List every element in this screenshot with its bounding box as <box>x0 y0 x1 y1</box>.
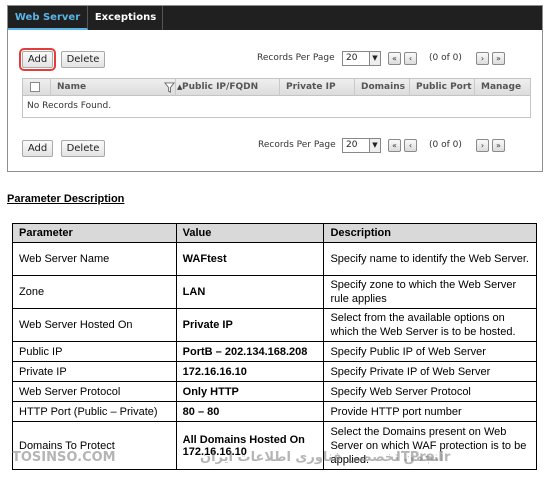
table-row: Web Server Name WAFtest Specify name to … <box>12 242 537 276</box>
next-page-icon[interactable]: › <box>476 52 489 65</box>
table-row: Private IP 172.16.16.10 Specify Private … <box>12 361 537 382</box>
add-button-bottom[interactable]: Add <box>22 140 53 157</box>
param-description: Select the Domains present on Web Server… <box>323 421 537 470</box>
param-description: Specify name to identify the Web Server. <box>323 242 537 276</box>
records-per-page-label: Records Per Page <box>257 53 335 63</box>
parameter-table-header: Parameter Value Description <box>12 223 537 243</box>
header-value: Value <box>175 223 325 243</box>
select-all-cell <box>23 79 50 96</box>
column-private-ip[interactable]: Private IP <box>279 79 354 96</box>
delete-button[interactable]: Delete <box>61 51 105 68</box>
param-description: Specify Web Server Protocol <box>323 381 537 402</box>
column-public-port[interactable]: Public Port <box>409 79 474 96</box>
parameter-table: Parameter Value Description Web Server N… <box>12 223 537 470</box>
chevron-down-icon: ▼ <box>369 52 380 65</box>
column-name-label: Name <box>57 82 87 92</box>
table-row: Zone LAN Specify zone to which the Web S… <box>12 275 537 309</box>
param-name: Private IP <box>12 361 177 382</box>
column-name[interactable]: Name ▲ <box>50 79 182 96</box>
param-name: Zone <box>12 275 177 309</box>
chevron-down-icon: ▼ <box>369 139 380 152</box>
column-manage: Manage <box>474 79 530 96</box>
header-description: Description <box>323 223 537 243</box>
parameter-description-heading: Parameter Description <box>7 193 125 205</box>
first-page-icon[interactable]: « <box>388 139 401 152</box>
delete-button-bottom[interactable]: Delete <box>61 140 105 157</box>
last-page-icon[interactable]: » <box>492 139 505 152</box>
header-parameter: Parameter <box>12 223 177 243</box>
param-name: Domains To Protect <box>12 421 177 470</box>
records-grid: Name ▲ Public IP/FQDN Private IP Domains… <box>22 78 531 118</box>
column-public-ip[interactable]: Public IP/FQDN <box>175 79 279 96</box>
param-name: HTTP Port (Public – Private) <box>12 401 177 422</box>
grid-header: Name ▲ Public IP/FQDN Private IP Domains… <box>23 79 530 96</box>
param-name: Web Server Hosted On <box>12 308 177 342</box>
records-per-page-label-bottom: Records Per Page <box>258 140 336 150</box>
records-per-page-value-bottom: 20 <box>346 140 358 150</box>
param-value: PortB – 202.134.168.208 <box>175 341 325 362</box>
last-page-icon[interactable]: » <box>492 52 505 65</box>
tab-bar: Web Server Exceptions <box>8 6 542 30</box>
param-value: 172.16.16.10 <box>175 361 325 382</box>
tab-exceptions[interactable]: Exceptions <box>89 6 163 30</box>
add-button[interactable]: Add <box>19 48 56 71</box>
records-per-page-select[interactable]: 20 ▼ <box>342 51 381 66</box>
records-per-page-select-bottom[interactable]: 20 ▼ <box>342 138 381 153</box>
records-per-page-value: 20 <box>346 53 358 63</box>
first-page-icon[interactable]: « <box>388 52 401 65</box>
param-name: Web Server Protocol <box>12 381 177 402</box>
previous-page-icon[interactable]: ‹ <box>404 52 417 65</box>
table-row: Domains To Protect All Domains Hosted On… <box>12 421 537 470</box>
column-domains[interactable]: Domains <box>354 79 409 96</box>
param-value: Private IP <box>175 308 325 342</box>
next-page-icon[interactable]: › <box>476 139 489 152</box>
param-value: WAFtest <box>175 242 325 276</box>
page-count-bottom: (0 of 0) <box>429 140 462 150</box>
page-count: (0 of 0) <box>429 53 462 63</box>
param-value: Only HTTP <box>175 381 325 402</box>
tab-web-server[interactable]: Web Server <box>8 6 88 30</box>
table-row: HTTP Port (Public – Private) 80 – 80 Pro… <box>12 401 537 422</box>
param-name: Public IP <box>12 341 177 362</box>
param-value: 80 – 80 <box>175 401 325 422</box>
param-description: Specify Private IP of Web Server <box>323 361 537 382</box>
param-value: All Domains Hosted On 172.16.16.10 <box>175 421 325 470</box>
filter-icon[interactable] <box>164 82 175 93</box>
param-description: Select from the available options on whi… <box>323 308 537 342</box>
table-row: Public IP PortB – 202.134.168.208 Specif… <box>12 341 537 362</box>
param-description: Specify zone to which the Web Server rul… <box>323 275 537 309</box>
param-name: Web Server Name <box>12 242 177 276</box>
previous-page-icon[interactable]: ‹ <box>404 139 417 152</box>
param-description: Provide HTTP port number <box>323 401 537 422</box>
empty-message: No Records Found. <box>27 101 112 111</box>
web-server-panel: Web Server Exceptions Add Delete Records… <box>7 5 543 172</box>
table-row: Web Server Hosted On Private IP Select f… <box>12 308 537 342</box>
param-description: Specify Public IP of Web Server <box>323 341 537 362</box>
param-value: LAN <box>175 275 325 309</box>
table-row: Web Server Protocol Only HTTP Specify We… <box>12 381 537 402</box>
select-all-checkbox[interactable] <box>30 82 40 92</box>
